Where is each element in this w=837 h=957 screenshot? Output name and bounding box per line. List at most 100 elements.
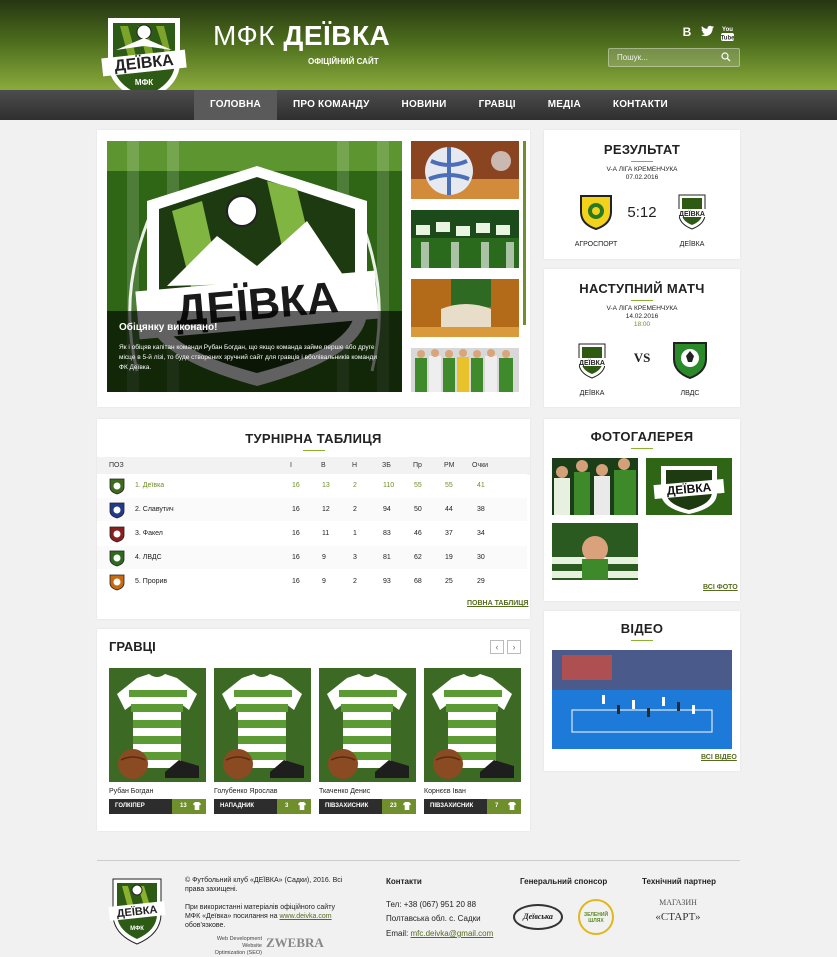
next-match-home-team[interactable]: ДЕЇВКА [566,390,618,397]
team-stat-pr: 68 [414,578,422,585]
team-name[interactable]: 5. Прорив [135,578,167,585]
team-name[interactable]: 4. ЛВДС [135,554,162,561]
player-number: 3 [285,803,289,809]
contact-email-row: Email: mfc.deivka@gmail.com [386,929,494,938]
next-match-widget: НАСТУПНИЙ МАТЧ V-А ЛІГА КРЕМЕНЧУКА 14.02… [544,269,740,407]
deivka-crest-icon[interactable]: ДЕЇВКА [577,341,607,379]
player-name[interactable]: Ткаченко Денис [319,788,416,795]
search-input[interactable] [609,49,719,66]
team-stat-zb: 110 [383,482,395,489]
twitter-icon[interactable] [700,25,714,39]
footer-site-link[interactable]: www.deivka.com [279,913,331,920]
players-prev-button[interactable]: ‹ [490,640,504,654]
player-photo[interactable] [319,668,416,782]
sponsor-title: Генеральний спонсор [520,877,608,886]
result-away-team[interactable]: ДЕЇВКА [668,241,716,248]
slider-thumb-3[interactable] [411,279,519,337]
player-position: ПІВЗАХИСНИК [430,803,474,809]
gallery-photo-3[interactable] [552,523,638,580]
sponsor-logo-deivska[interactable]: Деївська [513,904,563,930]
next-match-away-team[interactable]: ЛВДС [666,390,714,397]
player-name[interactable]: Рубан Богдан [109,788,206,795]
brand-name: ДЕЇВКА [283,20,391,51]
vk-icon[interactable]: B [680,25,694,39]
team-stat-zb: 83 [383,530,391,537]
slider-thumb-4[interactable] [411,348,519,392]
players-next-button[interactable]: › [507,640,521,654]
video-player[interactable] [552,650,732,749]
player-number-box: 7 [487,799,521,814]
contact-phone: Тел: +38 (067) 951 20 88 [386,900,477,909]
col-goals-scored: ЗБ [382,462,391,469]
video-widget: ВІДЕО ВСІ ВІДЕО [544,611,740,771]
slider-thumb-2[interactable] [411,210,519,268]
result-widget: РЕЗУЛЬТАТ V-А ЛІГА КРЕМЕНЧУКА 07.02.2016… [544,130,740,259]
col-pos: ПОЗ [109,462,124,469]
team-crest-icon[interactable] [109,549,125,569]
player-name[interactable]: Корнєєв Іван [424,788,521,795]
nav-item-contacts[interactable]: КОНТАКТИ [597,90,684,120]
nav-item-players[interactable]: ГРАВЦІ [463,90,532,120]
team-crest-icon[interactable] [109,573,125,593]
all-photos-link[interactable]: ВСІ ФОТО [703,584,738,591]
jersey-icon [403,802,411,812]
footer-note: При використанні матеріалів офіційного с… [185,904,335,929]
dev-brand-logo[interactable]: ZWEBRA [266,935,324,951]
player-number: 23 [390,803,397,809]
nav-item-home[interactable]: ГОЛОВНА [194,90,277,120]
player-photo[interactable] [424,668,521,782]
slider-title[interactable]: Обіцянку виконано! [119,322,217,333]
result-title: РЕЗУЛЬТАТ [603,142,681,157]
player-name[interactable]: Голубенко Ярослав [214,788,311,795]
site-brand: МФК ДЕЇВКА [213,20,390,52]
video-title: ВІДЕО [620,621,664,636]
jersey-icon [508,802,516,812]
team-stat-pr: 50 [414,506,422,513]
team-stat-zb: 94 [383,506,391,513]
next-match-divider [631,300,653,301]
team-stat-rm: 25 [445,578,453,585]
footer-divider [97,860,740,861]
gallery-photo-2[interactable]: ДЕЇВКА [646,458,732,515]
team-name[interactable]: 2. Славутич [135,506,174,513]
full-table-link[interactable]: ПОВНА ТАБЛИЦЯ [467,600,528,607]
team-crest-icon[interactable] [109,501,125,521]
gallery-title: ФОТОГАЛЕРЕЯ [590,429,694,444]
standings-widget: ТУРНІРНА ТАБЛИЦЯ ПОЗ І В Н ЗБ Пр РМ Очки… [97,419,530,619]
slider-thumb-1[interactable] [411,141,519,199]
team-stat-pr: 55 [414,482,422,489]
slider-main-image[interactable]: ДЕЇВКА Обіцянку виконано! Як і обіцяв ка… [107,141,402,392]
deivka-crest-icon[interactable]: ДЕЇВКА [677,192,707,230]
result-home-team[interactable]: АГРОСПОРТ [568,241,624,248]
footer-logo[interactable]: ДЕЇВКА МФК [108,874,166,946]
team-stat-pts: 38 [477,506,485,513]
sponsor-logo-zeleny-shlyakh[interactable]: ЗЕЛЕНИЙ ШЛЯХ [578,899,614,935]
jersey-icon [193,802,201,812]
gallery-photo-1[interactable] [552,458,638,515]
all-videos-link[interactable]: ВСІ ВІДЕО [701,754,737,761]
youtube-icon[interactable]: You Tube [720,25,735,42]
player-card[interactable]: Ткаченко Денис ПІВЗАХИСНИК 23 [319,668,416,814]
search-icon[interactable] [721,52,731,62]
agrosport-crest-icon[interactable] [579,192,613,230]
nav-item-about[interactable]: ПРО КОМАНДУ [277,90,386,120]
brand-prefix: МФК [213,20,276,51]
team-crest-icon[interactable] [109,525,125,545]
slider-scrollbar[interactable] [523,141,526,325]
team-stat-i: 16 [292,506,300,513]
main-nav: ГОЛОВНА ПРО КОМАНДУ НОВИНИ ГРАВЦІ МЕДІА … [0,90,837,120]
team-name[interactable]: 3. Факел [135,530,163,537]
player-photo[interactable] [214,668,311,782]
player-photo[interactable] [109,668,206,782]
player-card[interactable]: Корнєєв Іван ПІВЗАХИСНИК 7 [424,668,521,814]
lvds-crest-icon[interactable] [672,339,708,379]
nav-item-media[interactable]: МЕДІА [532,90,597,120]
team-stat-v: 9 [322,578,326,585]
player-card[interactable]: Рубан Богдан ГОЛКІПЕР 13 [109,668,206,814]
contact-email-link[interactable]: mfc.deivka@gmail.com [410,929,493,938]
team-crest-icon[interactable] [109,477,125,497]
nav-item-news[interactable]: НОВИНИ [386,90,463,120]
partner-logo-start[interactable]: «СТАРТ» [642,911,714,923]
team-name[interactable]: 1. Деївка [135,482,164,489]
player-card[interactable]: Голубенко Ярослав НАПАДНИК 3 [214,668,311,814]
